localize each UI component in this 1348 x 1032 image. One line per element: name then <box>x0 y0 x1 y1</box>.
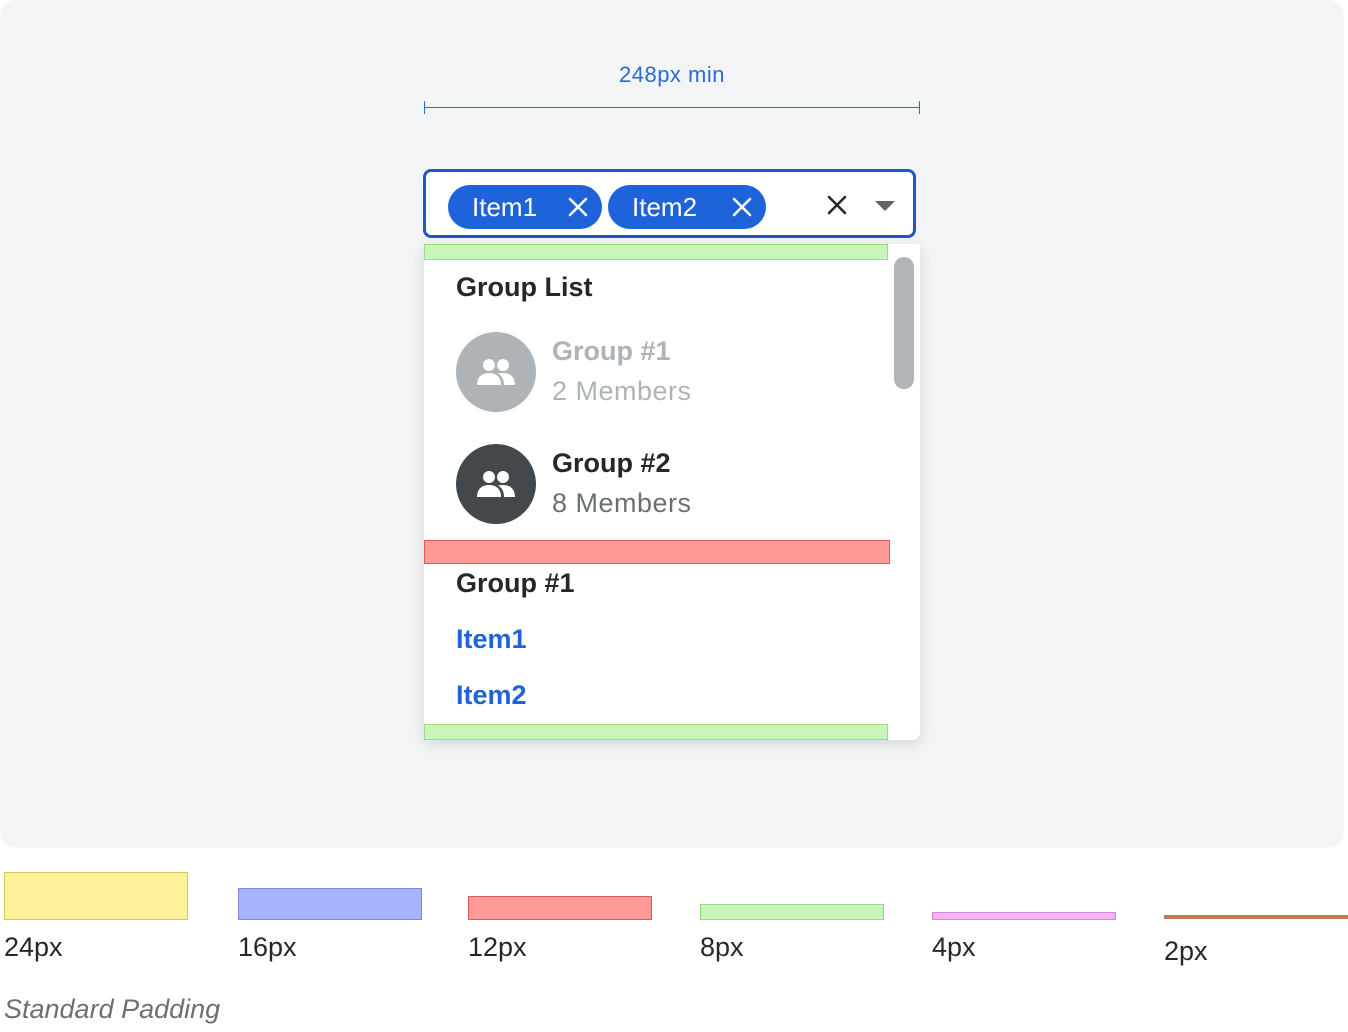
legend-label: 4px <box>932 932 976 962</box>
padding-8px-indicator <box>424 724 888 740</box>
legend-label: 8px <box>700 932 744 962</box>
caret-down-icon[interactable] <box>875 201 895 211</box>
avatar <box>456 444 536 524</box>
clear-all-icon[interactable] <box>826 194 848 216</box>
legend-label: 12px <box>468 932 527 962</box>
dimension-line <box>424 107 920 108</box>
legend-swatch-4px <box>932 912 1116 920</box>
legend-label: 24px <box>4 932 63 962</box>
dropdown-menu: Group List Group #1 2 Members Group #2 8… <box>424 244 920 740</box>
multiselect-field[interactable]: Item1 Item2 <box>423 169 916 238</box>
close-icon[interactable] <box>566 195 590 219</box>
chip-item2: Item2 <box>608 185 766 229</box>
legend-swatch-8px <box>700 904 884 920</box>
avatar <box>456 332 536 412</box>
min-width-label: 248px min <box>618 62 725 87</box>
legend-label: 16px <box>238 932 297 962</box>
group-name: Group #2 <box>552 448 671 478</box>
padding-8px-indicator <box>424 244 888 260</box>
legend-swatch-12px <box>468 896 652 920</box>
list-item[interactable]: Item2 <box>456 680 527 711</box>
dimension-tick-right <box>919 101 920 114</box>
group-members: 8 Members <box>552 488 692 518</box>
people-icon <box>477 359 515 385</box>
legend-label: 2px <box>1164 936 1208 966</box>
group-name: Group #1 <box>552 336 671 366</box>
chip-item1: Item1 <box>448 185 602 229</box>
list-item[interactable]: Item1 <box>456 624 527 655</box>
group-list-header: Group List <box>456 272 593 302</box>
group-section-title: Group #1 <box>456 568 575 598</box>
scrollbar-thumb[interactable] <box>894 257 914 389</box>
legend-caption: Standard Padding <box>4 994 221 1024</box>
people-icon <box>477 471 515 497</box>
group-members: 2 Members <box>552 376 692 406</box>
legend-swatch-16px <box>238 888 422 920</box>
close-icon[interactable] <box>730 195 754 219</box>
legend-swatch-24px <box>4 872 188 920</box>
padding-12px-indicator <box>424 540 890 564</box>
legend-swatch-2px <box>1164 915 1348 919</box>
chip-label: Item2 <box>632 191 698 222</box>
chip-label: Item1 <box>472 191 538 222</box>
